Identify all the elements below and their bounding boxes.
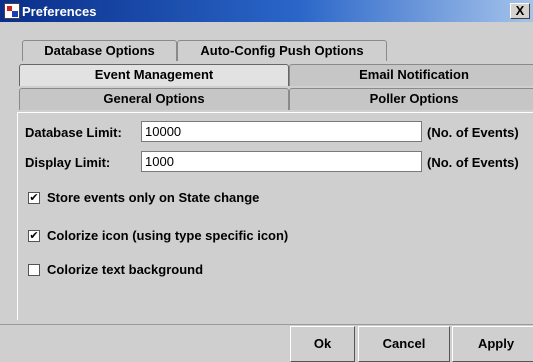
tab-email-notification[interactable]: Email Notification (289, 64, 533, 86)
colorize-text-background-label[interactable]: Colorize text background (47, 262, 203, 277)
tab-event-management[interactable]: Event Management (19, 64, 289, 86)
close-button[interactable]: X (510, 3, 530, 19)
tab-poller-options[interactable]: Poller Options (289, 88, 533, 110)
database-limit-input[interactable]: 10000 (141, 121, 422, 142)
tab-database-options[interactable]: Database Options (22, 40, 177, 61)
window-title: Preferences (22, 4, 97, 19)
display-limit-label: Display Limit: (25, 155, 111, 170)
display-limit-input[interactable]: 1000 (141, 151, 422, 172)
database-limit-unit: (No. of Events) (427, 125, 519, 140)
event-management-panel (17, 112, 533, 320)
cancel-button[interactable]: Cancel (358, 326, 450, 362)
button-bar-divider (0, 324, 533, 325)
title-bar[interactable]: Preferences X (0, 0, 533, 22)
app-icon (4, 3, 20, 19)
colorize-icon-label[interactable]: Colorize icon (using type specific icon) (47, 228, 288, 243)
store-events-checkbox[interactable]: ✔ (28, 192, 40, 204)
colorize-text-background-checkbox[interactable] (28, 264, 40, 276)
preferences-dialog: Preferences X Database Options Auto-Conf… (0, 0, 533, 362)
colorize-icon-checkbox[interactable]: ✔ (28, 230, 40, 242)
tab-general-options[interactable]: General Options (19, 88, 289, 110)
tab-auto-config-push-options[interactable]: Auto-Config Push Options (177, 40, 387, 61)
apply-button[interactable]: Apply (452, 326, 533, 362)
display-limit-unit: (No. of Events) (427, 155, 519, 170)
store-events-label[interactable]: Store events only on State change (47, 190, 259, 205)
ok-button[interactable]: Ok (290, 326, 355, 362)
database-limit-label: Database Limit: (25, 125, 122, 140)
